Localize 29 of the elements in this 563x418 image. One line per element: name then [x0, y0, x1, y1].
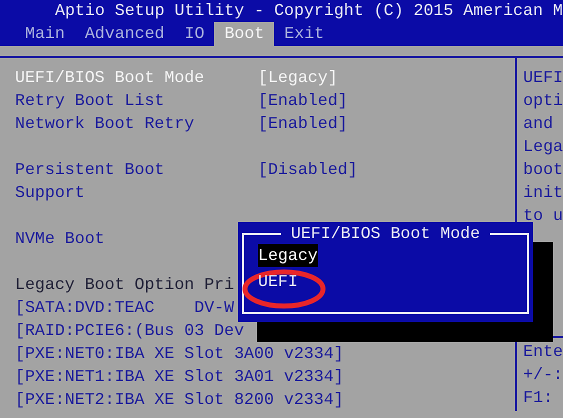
help-text: Lega: [523, 137, 563, 156]
help-text: to u: [523, 206, 563, 225]
section-heading: Legacy Boot Option Pri: [15, 275, 234, 294]
help-text: init: [523, 183, 563, 202]
help-text: boot: [523, 160, 563, 179]
menu-tab[interactable]: Exit: [274, 22, 334, 46]
menu-tab[interactable]: Main: [15, 22, 75, 46]
help-text: +/-:: [523, 365, 563, 384]
boot-option[interactable]: [SATA:DVD:TEAC DV-W: [15, 298, 234, 317]
menu-tab[interactable]: IO: [174, 22, 214, 46]
setting-label[interactable]: NVMe Boot: [15, 227, 215, 250]
boot-option[interactable]: [RAID:PCIE6:(Bus 03 Dev: [15, 321, 244, 340]
boot-option[interactable]: [PXE:NET2:IBA XE Slot 8200 v2334]: [15, 390, 344, 409]
help-text: opti: [523, 91, 563, 110]
popup-option[interactable]: Legacy: [258, 244, 318, 267]
help-text: UEFI: [523, 68, 563, 87]
setting-label[interactable]: Network Boot Retry: [15, 112, 215, 135]
setting-label[interactable]: Persistent Boot Support: [15, 158, 215, 204]
setting-value[interactable]: [Enabled]: [258, 112, 348, 135]
menu-tab[interactable]: Advanced: [74, 22, 175, 46]
setting-value[interactable]: [Disabled]: [258, 158, 358, 204]
help-text: and: [523, 114, 554, 133]
boot-option[interactable]: [PXE:NET0:IBA XE Slot 3A00 v2334]: [15, 344, 344, 363]
boot-option[interactable]: [PXE:NET1:IBA XE Slot 3A01 v2334]: [15, 367, 344, 386]
help-text: F1:: [523, 388, 554, 407]
window-title: Aptio Setup Utility - Copyright (C) 2015 American M: [54, 0, 563, 22]
setting-label[interactable]: Retry Boot List: [15, 89, 215, 112]
setting-value[interactable]: [Enabled]: [258, 89, 348, 112]
help-text: Ente: [523, 342, 563, 361]
